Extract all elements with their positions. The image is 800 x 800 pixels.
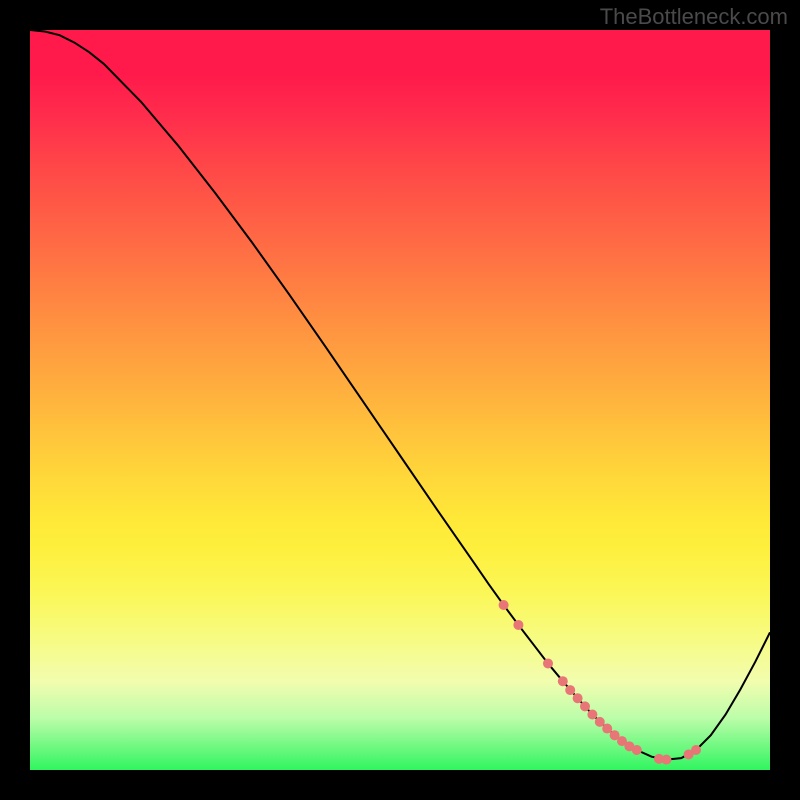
highlight-dot <box>513 620 523 630</box>
chart-frame: TheBottleneck.com <box>0 0 800 800</box>
highlight-dots <box>499 600 701 765</box>
highlight-dot <box>602 724 612 734</box>
highlight-dot <box>587 710 597 720</box>
highlight-dot <box>558 676 568 686</box>
bottleneck-curve <box>30 30 770 760</box>
highlight-dot <box>573 693 583 703</box>
highlight-dot <box>499 600 509 610</box>
highlight-dot <box>691 745 701 755</box>
plot-area <box>30 30 770 770</box>
curve-overlay <box>30 30 770 770</box>
highlight-dot <box>580 701 590 711</box>
highlight-dot <box>543 658 553 668</box>
watermark-text: TheBottleneck.com <box>600 4 788 30</box>
highlight-dot <box>595 717 605 727</box>
highlight-dot <box>632 745 642 755</box>
highlight-dot <box>565 685 575 695</box>
highlight-dot <box>661 755 671 765</box>
